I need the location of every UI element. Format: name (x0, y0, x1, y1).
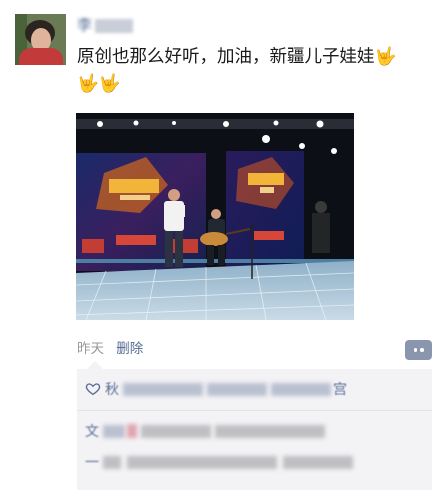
commenter-name: 文 (85, 424, 99, 440)
author-name-blur (95, 18, 134, 33)
likes-first-name: 秋 (105, 382, 119, 398)
avatar[interactable] (15, 14, 66, 65)
more-dots-icon (413, 348, 417, 352)
comment-blur-a (103, 424, 125, 438)
interactions-panel: 秋 宫 文 一 (77, 361, 432, 490)
commenter-name: 一 (85, 455, 99, 471)
comment-blur-d (215, 424, 325, 438)
author-name[interactable]: 李 (77, 14, 134, 35)
comment-like-button[interactable] (405, 340, 432, 360)
comment-blur-g (283, 455, 353, 469)
author-name-text: 李 (77, 16, 93, 34)
delete-link[interactable]: 删除 (116, 341, 143, 357)
comment-blur-b (127, 424, 137, 438)
likes-blur-1 (123, 382, 203, 396)
comment-blur-e (103, 455, 121, 469)
comment-blur-f (127, 455, 277, 469)
post-photo[interactable] (76, 113, 354, 320)
panel-divider (77, 410, 432, 411)
likes-blur-2 (207, 382, 267, 396)
avatar-clothing (19, 48, 63, 65)
panel-arrow (87, 361, 103, 369)
post-timestamp: 昨天 (77, 341, 104, 357)
comment-row[interactable]: 文 (85, 421, 325, 441)
likes-blur-3 (271, 382, 331, 396)
post-caption: 原创也那么好听，加油，新疆儿子娃娃🤟🤟🤟 (77, 47, 397, 94)
heart-icon (85, 383, 101, 396)
likes-last-name: 宫 (333, 382, 347, 398)
comment-blur-c (141, 424, 211, 438)
comment-row[interactable]: 一 (85, 452, 353, 472)
concert-stage-image (76, 113, 354, 320)
post-meta: 昨天 删除 (77, 337, 143, 357)
likes-row[interactable]: 秋 宫 (85, 379, 347, 399)
